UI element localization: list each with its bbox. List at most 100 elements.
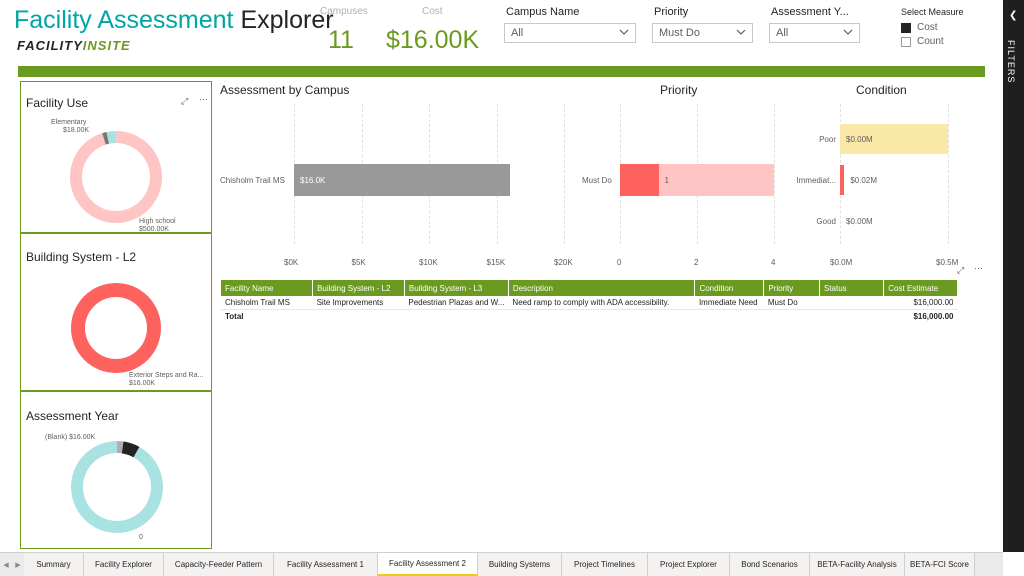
tab-capacity-feeder-pattern[interactable]: Capacity-Feeder Pattern [164, 553, 274, 576]
high-school-label: High school $500.00K [139, 218, 176, 233]
gridline [564, 104, 565, 244]
facility-use-donut [70, 131, 162, 223]
campus-bar[interactable] [294, 164, 510, 196]
x-tick-label: 2 [694, 258, 699, 267]
table-row[interactable]: Chisholm Trail MS Site Improvements Pede… [221, 296, 958, 310]
measure-title: Select Measure [901, 7, 964, 17]
report-title: Facility Assessment Explorer [14, 6, 334, 34]
x-tick-label: 0 [617, 258, 622, 267]
campus-bar-chart: $0K $5K $10K $15K $20K Chisholm Trail MS $16.0… [220, 100, 580, 270]
column-header[interactable]: Status [819, 280, 885, 296]
chevron-left-icon[interactable]: ❮ [1009, 10, 1017, 21]
priority-bar-chart: 0 2 4 Must Do 1 [580, 100, 780, 270]
table-total-row: Total $16,000.00 [221, 309, 958, 323]
elementary-label: Elementary $18.00K [51, 119, 90, 134]
tab-bond-scenarios[interactable]: Bond Scenarios [730, 553, 810, 576]
filters-label: FILTERS [1006, 40, 1016, 84]
tab-project-explorer[interactable]: Project Explorer [648, 553, 730, 576]
table-cell: $16,000.00 [883, 296, 958, 310]
condition-bar-chart: $0.0M $0.5M Poor $0.00M Immediat... $0.02M Goo… [782, 100, 960, 270]
campus-bar-data-label: $16.0K [300, 176, 326, 185]
tab-facility-assessment-1[interactable]: Facility Assessment 1 [274, 553, 378, 576]
campuses-kpi-label: Campuses [320, 6, 368, 17]
total-value: $16,000.00 [883, 309, 958, 323]
table-cell: Need ramp to comply with ADA accessibili… [508, 296, 695, 310]
focus-mode-icon[interactable]: ⤢ [957, 265, 964, 276]
table-cell: Site Improvements [312, 296, 405, 310]
facility-insite-logo: FACILITYINSITE [17, 38, 131, 53]
condition-bar[interactable] [840, 165, 845, 195]
assessment-table: Facility Name Building System - L2 Build… [221, 280, 958, 323]
assessment-year-title: Assessment Year [26, 409, 119, 423]
x-tick-label: $10K [419, 258, 438, 267]
table-cell: Must Do [763, 296, 820, 310]
x-tick-label: $0.0M [830, 258, 853, 267]
tab-facility-explorer[interactable]: Facility Explorer [84, 553, 164, 576]
tab-prev-icon[interactable]: ◀ [0, 553, 12, 576]
priority-slicer-value: Must Do [659, 27, 700, 39]
column-header[interactable]: Condition [694, 280, 765, 296]
campus-category-label: Chisholm Trail MS [220, 176, 285, 185]
x-tick-label: $20K [554, 258, 573, 267]
tab-next-icon[interactable]: ▶ [12, 553, 24, 576]
condition-chart-title: Condition [856, 83, 907, 97]
chevron-down-icon [619, 29, 629, 35]
table-cell [819, 296, 884, 310]
cost-kpi-value: $16.00K [386, 26, 480, 54]
tab-building-systems[interactable]: Building Systems [478, 553, 562, 576]
x-tick-label: $0.5M [936, 258, 959, 267]
focus-mode-icon[interactable]: ⤢ [181, 96, 188, 107]
campus-slicer-dropdown[interactable]: All [504, 23, 636, 43]
priority-slicer-dropdown[interactable]: Must Do [652, 23, 753, 43]
checkbox-checked-icon [901, 22, 911, 33]
facility-use-title: Facility Use [26, 96, 89, 110]
building-system-panel: Building System - L2 Exterior Steps and … [20, 233, 212, 391]
more-options-icon[interactable]: ··· [974, 263, 983, 273]
assessment-by-campus-title: Assessment by Campus [220, 83, 350, 97]
year-slicer-value: All [776, 27, 789, 39]
facility-use-panel: Facility Use ⤢ ··· Elementary $18.00K Hi… [20, 81, 212, 233]
column-header[interactable]: Facility Name [221, 280, 314, 296]
tab-facility-assessment-2[interactable]: Facility Assessment 2 [378, 553, 478, 576]
chevron-down-icon [736, 29, 746, 35]
campus-slicer-label: Campus Name [506, 6, 580, 18]
more-options-icon[interactable]: ··· [199, 94, 208, 104]
condition-bar-data-label: $0.00M [846, 217, 873, 226]
tab-project-timelines[interactable]: Project Timelines [562, 553, 648, 576]
column-header[interactable]: Cost Estimate [883, 280, 958, 296]
measure-option-count[interactable]: Count [901, 36, 944, 47]
table-cell: Chisholm Trail MS [221, 296, 313, 310]
x-tick-label: $5K [351, 258, 366, 267]
donut-slice-0[interactable] [71, 441, 163, 533]
campus-slicer-value: All [511, 27, 524, 39]
donut-slice-exterior-steps-and-ra-[interactable] [71, 283, 161, 373]
table-cell: Immediate Need [694, 296, 764, 310]
priority-slicer-label: Priority [654, 6, 689, 18]
filters-pane[interactable]: ❮ FILTERS [1003, 0, 1024, 552]
tab-beta-fci-score[interactable]: BETA-FCI Score [905, 553, 975, 576]
priority-bar-data-label: 1 [664, 176, 669, 185]
chevron-down-icon [843, 29, 853, 35]
table-header-row: Facility Name Building System - L2 Build… [221, 280, 958, 296]
condition-category-label: Good [816, 217, 836, 226]
donut-slice-high-school[interactable] [70, 131, 162, 223]
tab-beta-facility-analysis[interactable]: BETA-Facility Analysis [810, 553, 905, 576]
priority-bar-highlight[interactable] [620, 164, 659, 196]
x-tick-label: $15K [486, 258, 506, 267]
gridline [948, 104, 949, 244]
x-tick-label: 4 [771, 258, 776, 267]
assessment-year-panel: Assessment Year (Blank) $16.00K 0 [20, 391, 212, 549]
column-header[interactable]: Priority [763, 280, 820, 296]
tab-summary[interactable]: Summary [24, 553, 84, 576]
checkbox-empty-icon [901, 36, 911, 47]
page-tabs: ◀ ▶ Summary Facility Explorer Capacity-F… [0, 552, 1003, 576]
column-header[interactable]: Building System - L3 [404, 280, 509, 296]
building-system-donut [71, 283, 161, 373]
year-slicer-dropdown[interactable]: All [769, 23, 860, 43]
column-header[interactable]: Description [508, 280, 696, 296]
priority-category-label: Must Do [582, 176, 612, 185]
column-header[interactable]: Building System - L2 [312, 280, 405, 296]
condition-bar-data-label: $0.02M [850, 176, 877, 185]
table-cell: Pedestrian Plazas and W... [404, 296, 509, 310]
measure-option-cost[interactable]: Cost [901, 22, 938, 33]
